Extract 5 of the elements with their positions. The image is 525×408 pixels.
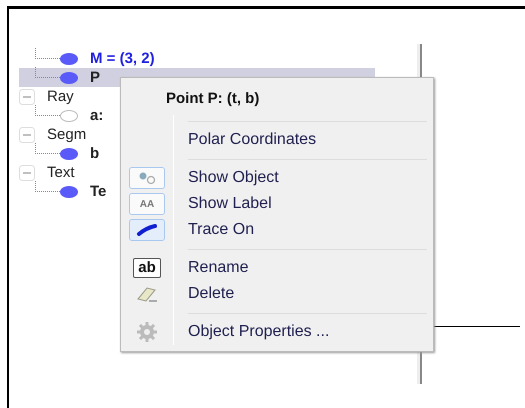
group-label: Text: [47, 164, 75, 181]
group-label: Ray: [47, 88, 74, 105]
rename-icon: ab: [133, 258, 161, 278]
menu-title: Point P: (t, b): [165, 89, 260, 109]
group-label: Segm: [47, 126, 86, 143]
